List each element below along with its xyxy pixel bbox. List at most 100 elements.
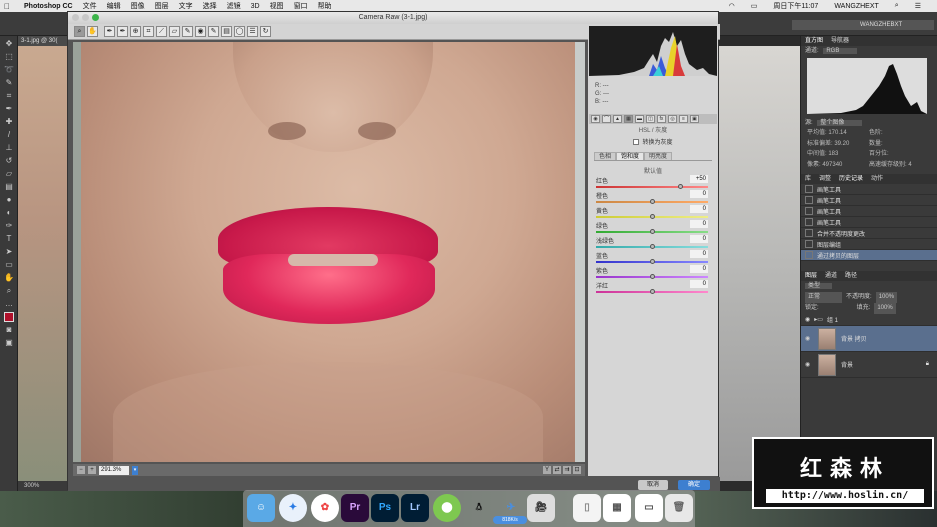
snapshots-icon[interactable]: ▣ [690, 115, 699, 123]
channel-select[interactable]: RGB [823, 48, 858, 54]
slider-value[interactable]: 0 [690, 235, 708, 243]
layer-row[interactable]: ◉ 背景 🔒︎ [801, 352, 937, 378]
history-item[interactable]: 画笔工具 [801, 195, 937, 206]
radial-filter-icon[interactable]: ◯ [234, 26, 245, 37]
hand-icon[interactable]: ✋ [87, 26, 98, 37]
slider-thumb[interactable] [650, 214, 655, 219]
photos-icon[interactable]: ✿ [311, 494, 339, 522]
hand-tool-icon[interactable]: ✋ [4, 273, 14, 283]
tab-navigator[interactable]: 导航器 [831, 36, 849, 46]
menu-window[interactable]: 窗口 [294, 1, 308, 11]
slider-value[interactable]: +50 [690, 175, 708, 183]
eraser-icon[interactable]: ▱ [4, 169, 14, 179]
slider-value[interactable]: 0 [690, 205, 708, 213]
safari-icon[interactable]: ✦ [279, 494, 307, 522]
lens-icon[interactable]: ◫ [646, 115, 655, 123]
menu-3d[interactable]: 3D [251, 3, 260, 10]
maps-icon[interactable]: ⬤ [433, 494, 461, 522]
convert-gray-checkbox[interactable]: 转换为灰度 [589, 138, 717, 148]
toggle-icon[interactable]: ⊡ [573, 466, 581, 474]
layer-row-selected[interactable]: ◉ 背景 拷贝 [801, 326, 937, 352]
blur-icon[interactable]: ● [4, 195, 14, 205]
history-brush-icon[interactable]: ↺ [4, 156, 14, 166]
file-icon[interactable]: ▯ [573, 494, 601, 522]
slider-value[interactable]: 0 [690, 250, 708, 258]
search-icon[interactable]: ⌕ [895, 2, 899, 10]
quick-mask-icon[interactable]: ◙ [4, 325, 14, 335]
zoom-dropdown[interactable]: ▾ [132, 465, 138, 475]
menu-filter[interactable]: 滤镜 [227, 1, 241, 11]
opacity-value[interactable]: 100% [875, 292, 898, 303]
slider-thumb[interactable] [650, 289, 655, 294]
source-select[interactable]: 整个图像 [817, 120, 863, 126]
spot-removal-icon[interactable]: ✎ [182, 26, 193, 37]
fx-icon[interactable]: fx [657, 115, 666, 123]
apple-icon[interactable]:  [0, 2, 14, 11]
calendar-icon[interactable]: ▦ [603, 494, 631, 522]
tab-adjustments[interactable]: 调整 [819, 174, 831, 184]
list-icon[interactable]: ☰ [915, 2, 921, 10]
layer-kind-select[interactable]: 类型 [805, 283, 833, 289]
gradient-icon[interactable]: ▤ [4, 182, 14, 192]
history-item[interactable]: 合并不透明度更改 [801, 228, 937, 239]
slider-thumb[interactable] [650, 274, 655, 279]
tab-paths[interactable]: 路径 [845, 271, 857, 281]
zoom-button[interactable] [92, 14, 99, 21]
menu-image[interactable]: 图像 [131, 1, 145, 11]
tab-saturation[interactable]: 饱和度 [616, 152, 645, 160]
before-after-icon[interactable]: Y [543, 466, 551, 474]
slider-thumb[interactable] [650, 229, 655, 234]
menu-view[interactable]: 视图 [270, 1, 284, 11]
swap-icon[interactable]: ⇄ [553, 466, 561, 474]
brush-tool-icon[interactable]: / [4, 130, 14, 140]
basic-panel-icon[interactable]: ◉ [591, 115, 600, 123]
hsl-icon[interactable]: ▦ [624, 115, 633, 123]
slider-value[interactable]: 0 [690, 280, 708, 288]
tab-luminance[interactable]: 明亮度 [644, 152, 673, 160]
pen-icon[interactable]: ✑ [4, 221, 14, 231]
eye-icon[interactable]: ◉ [805, 316, 810, 323]
zoom-icon[interactable]: ⌕ [74, 26, 85, 37]
eye-icon[interactable]: ◉ [805, 361, 813, 368]
slider-thumb[interactable] [650, 199, 655, 204]
slider-thumb[interactable] [678, 184, 683, 189]
user-name[interactable]: WANGZHEXT [834, 3, 878, 10]
wifi-icon[interactable]: ◠ [729, 2, 735, 10]
history-item[interactable]: 画笔工具 [801, 206, 937, 217]
split-toning-icon[interactable]: ▬ [635, 115, 644, 123]
tab-histogram[interactable]: 直方图 [805, 36, 823, 46]
path-select-icon[interactable]: ➤ [4, 247, 14, 257]
red-eye-icon[interactable]: ◉ [195, 26, 206, 37]
minimize-button[interactable] [82, 14, 89, 21]
shape-tool-icon[interactable]: ▭ [4, 260, 14, 270]
screen-mode-icon[interactable]: ▣ [4, 338, 14, 348]
tab-library[interactable]: 库 [805, 174, 811, 184]
tab-hue[interactable]: 色相 [594, 152, 617, 160]
lightroom-icon[interactable]: Lr [401, 494, 429, 522]
history-item[interactable]: 画笔工具 [801, 184, 937, 195]
tab-history[interactable]: 历史记录 [839, 174, 863, 184]
type-tool-icon[interactable]: T [4, 234, 14, 244]
copy-icon[interactable]: ⇉ [563, 466, 571, 474]
zoom-status[interactable]: 300% [18, 481, 73, 491]
history-item[interactable]: 画笔工具 [801, 217, 937, 228]
detail-icon[interactable]: ▲ [613, 115, 622, 123]
stamp-tool-icon[interactable]: ⊥ [4, 143, 14, 153]
color-sampler-icon[interactable]: ✒ [117, 26, 128, 37]
slider-value[interactable]: 0 [690, 265, 708, 273]
close-button[interactable] [72, 14, 79, 21]
finder-icon[interactable]: ☺ [247, 494, 275, 522]
graduated-filter-icon[interactable]: ▤ [221, 26, 232, 37]
marquee-tool-icon[interactable]: ⬚ [4, 52, 14, 62]
video-icon[interactable]: 🎥︎ [527, 494, 555, 522]
eye-icon[interactable]: ◉ [805, 335, 813, 342]
menu-select[interactable]: 选择 [203, 1, 217, 11]
fill-value[interactable]: 100% [874, 303, 896, 314]
eyedropper-icon[interactable]: ✒ [4, 104, 14, 114]
transform-icon[interactable]: ▱ [169, 26, 180, 37]
crop-tool-icon[interactable]: ⌗ [4, 91, 14, 101]
rotate-icon[interactable]: ↻ [260, 26, 271, 37]
zoom-out-button[interactable]: − [77, 466, 85, 474]
cancel-button[interactable]: 取消 [638, 480, 668, 490]
layer-group[interactable]: ◉ ▸▭ 组 1 [801, 314, 937, 326]
